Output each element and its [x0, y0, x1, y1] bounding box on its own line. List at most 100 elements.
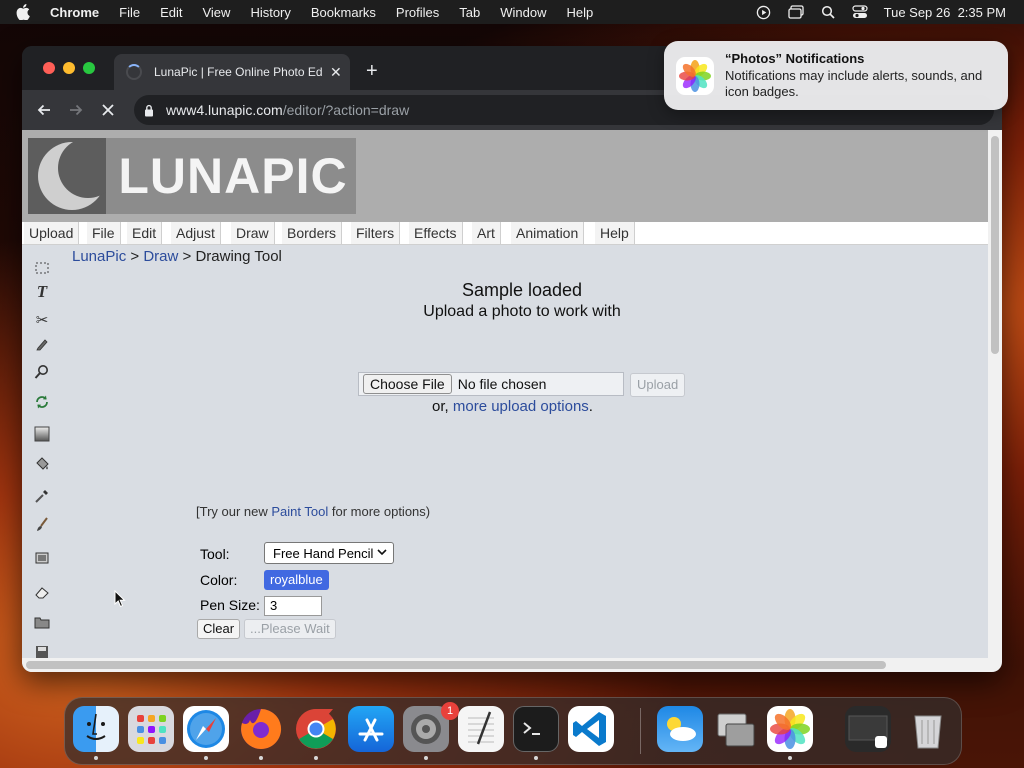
tab-close-icon[interactable]: ✕: [330, 64, 342, 81]
site-menu-edit[interactable]: Edit: [127, 222, 163, 244]
folder-icon[interactable]: [32, 612, 52, 632]
horizontal-scroll-thumb[interactable]: [26, 661, 886, 669]
macos-dock: 1: [64, 697, 962, 765]
running-indicator: [534, 756, 538, 760]
gradient-icon[interactable]: [32, 424, 52, 444]
scissors-icon[interactable]: ✂: [32, 310, 52, 330]
magnifier-icon[interactable]: [32, 362, 52, 382]
site-menu-filters[interactable]: Filters: [351, 222, 401, 244]
file-input[interactable]: Choose File No file chosen: [358, 372, 624, 396]
photos-notification[interactable]: “Photos” Notifications Notifications may…: [664, 41, 1008, 110]
horizontal-scrollbar[interactable]: [22, 658, 988, 672]
breadcrumb-home-link[interactable]: LunaPic: [72, 248, 126, 265]
site-menu-adjust[interactable]: Adjust: [171, 222, 221, 244]
macos-menubar: Chrome File Edit View History Bookmarks …: [0, 0, 1024, 24]
browser-tab-active[interactable]: LunaPic | Free Online Photo Editor ✕: [114, 54, 350, 90]
launchpad-icon[interactable]: [128, 706, 174, 752]
new-tab-icon[interactable]: +: [366, 60, 378, 83]
play-circle-icon[interactable]: [756, 4, 772, 20]
menu-bookmarks[interactable]: Bookmarks: [311, 5, 376, 20]
breadcrumb-current: Drawing Tool: [195, 248, 282, 265]
safari-icon[interactable]: [183, 706, 229, 752]
menu-view[interactable]: View: [202, 5, 230, 20]
upload-button[interactable]: Upload: [630, 373, 686, 397]
minimize-window-button[interactable]: [63, 62, 75, 74]
back-icon[interactable]: [32, 98, 56, 122]
terminal-icon[interactable]: [513, 706, 559, 752]
notification-body: Notifications may include alerts, sounds…: [725, 68, 983, 99]
site-menu-upload[interactable]: Upload: [24, 222, 80, 244]
vertical-scrollbar[interactable]: [988, 130, 1002, 672]
firefox-icon[interactable]: [238, 706, 284, 752]
menu-tab[interactable]: Tab: [459, 5, 480, 20]
text-icon[interactable]: T: [32, 282, 52, 302]
site-menu-effects[interactable]: Effects: [409, 222, 463, 244]
color-picker-button[interactable]: royalblue: [264, 570, 329, 590]
finder-icon[interactable]: [73, 706, 119, 752]
sample-loaded-heading: Sample loaded: [461, 280, 583, 300]
menu-profiles[interactable]: Profiles: [396, 5, 439, 20]
lock-icon[interactable]: [144, 103, 156, 117]
more-upload-options-link[interactable]: more upload options: [453, 398, 589, 415]
menu-window[interactable]: Window: [500, 5, 546, 20]
breadcrumb-draw-link[interactable]: Draw: [143, 248, 178, 265]
site-menu-animation[interactable]: Animation: [511, 222, 585, 244]
pencil-icon[interactable]: [32, 334, 52, 354]
menu-file[interactable]: File: [119, 5, 140, 20]
running-indicator: [94, 756, 98, 760]
forward-icon[interactable]: [64, 98, 88, 122]
menu-edit[interactable]: Edit: [160, 5, 182, 20]
downloads-stack-icon[interactable]: [845, 706, 891, 752]
choose-file-button[interactable]: Choose File: [363, 374, 452, 394]
eraser-icon[interactable]: [32, 582, 52, 602]
paint-tool-note: [Try our new Paint Tool for more options…: [196, 504, 430, 519]
migration-assistant-icon[interactable]: [712, 706, 758, 752]
paint-tool-link[interactable]: Paint Tool: [271, 504, 328, 519]
apple-icon[interactable]: [16, 4, 36, 20]
rotate-icon[interactable]: [32, 392, 52, 412]
selection-icon[interactable]: [32, 258, 52, 278]
trash-icon[interactable]: [905, 706, 951, 752]
close-window-button[interactable]: [43, 62, 55, 74]
lunapic-logo[interactable]: LUNAPIC: [28, 138, 356, 214]
site-menu-art[interactable]: Art: [472, 222, 501, 244]
site-menu-borders[interactable]: Borders: [282, 222, 343, 244]
menu-history[interactable]: History: [250, 5, 290, 20]
running-indicator: [424, 756, 428, 760]
chrome-icon[interactable]: [293, 706, 339, 752]
brush-icon[interactable]: [32, 514, 52, 534]
running-indicator: [204, 756, 208, 760]
menubar-clock[interactable]: Tue Sep 26 2:35 PM: [884, 5, 1006, 20]
search-icon[interactable]: [820, 4, 836, 20]
running-indicator: [259, 756, 263, 760]
clear-button[interactable]: Clear: [197, 619, 241, 639]
tool-select[interactable]: Free Hand Pencil: [264, 542, 394, 564]
tab-title: LunaPic | Free Online Photo Editor: [154, 65, 322, 79]
photos-app-icon: [676, 57, 714, 95]
running-indicator: [314, 756, 318, 760]
zoom-window-button[interactable]: [83, 62, 95, 74]
please-wait-button[interactable]: ...Please Wait: [244, 619, 336, 639]
site-menu-draw[interactable]: Draw: [231, 222, 275, 244]
pen-size-input[interactable]: 3: [264, 596, 322, 616]
weather-icon[interactable]: [657, 706, 703, 752]
chrome-window: LunaPic | Free Online Photo Editor ✕ + w…: [22, 46, 1002, 672]
control-center-icon[interactable]: [852, 4, 868, 20]
file-status: No file chosen: [457, 376, 547, 392]
textedit-icon[interactable]: [458, 706, 504, 752]
paint-bucket-icon[interactable]: [32, 454, 52, 474]
photos-icon[interactable]: [767, 706, 813, 752]
paint-note-prefix: [Try our new: [196, 504, 272, 519]
screen-mirror-icon[interactable]: [787, 4, 804, 20]
site-menu-help[interactable]: Help: [595, 222, 635, 244]
site-menu-file[interactable]: File: [87, 222, 121, 244]
menu-help[interactable]: Help: [567, 5, 594, 20]
eyedropper-icon[interactable]: [32, 486, 52, 506]
url-path: /editor/?action=draw: [282, 102, 410, 118]
menu-app-name[interactable]: Chrome: [50, 5, 99, 20]
crop-icon[interactable]: [32, 548, 52, 568]
vertical-scroll-thumb[interactable]: [991, 136, 999, 354]
vscode-icon[interactable]: [568, 706, 614, 752]
stop-loading-icon[interactable]: [96, 98, 120, 122]
app-store-icon[interactable]: [348, 706, 394, 752]
